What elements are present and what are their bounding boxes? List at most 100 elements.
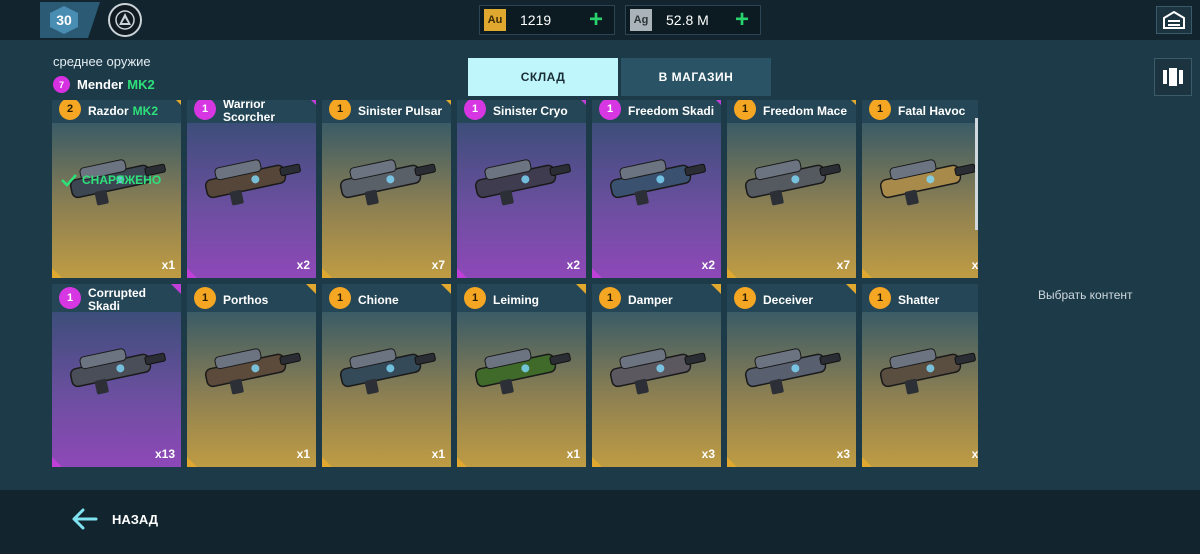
card-rank-badge: 1 <box>194 287 216 309</box>
rarity-corner <box>592 457 602 467</box>
weapon-image <box>474 348 571 395</box>
rarity-corner <box>457 457 467 467</box>
card-quantity: x1 <box>161 258 175 272</box>
card-name: Damper <box>628 292 673 307</box>
rarity-corner <box>862 268 872 278</box>
card-rank-badge: 1 <box>329 287 351 309</box>
tab-stock[interactable]: СКЛАД <box>468 58 618 96</box>
hangar-button[interactable] <box>1156 6 1192 34</box>
card-name-wrap: Warrior Scorcher <box>223 100 315 124</box>
card-rank-badge: 1 <box>734 287 756 309</box>
weapon-card[interactable]: 1 Shatter x4 <box>862 284 978 467</box>
weapon-card[interactable]: 1 Sinister Cryo x2 <box>457 100 586 278</box>
equipped-label: СНАРЯЖЕНО <box>60 173 161 187</box>
weapon-card[interactable]: 1 Porthos x1 <box>187 284 316 467</box>
weapon-image <box>339 348 436 395</box>
rarity-corner <box>52 268 62 278</box>
weapon-card[interactable]: 1 Warrior Scorcher x2 <box>187 100 316 278</box>
rarity-corner <box>52 457 62 467</box>
card-name-wrap: Sinister Pulsar <box>358 100 450 124</box>
weapon-card[interactable]: 1 Damper x3 <box>592 284 721 467</box>
equipped-text: СНАРЯЖЕНО <box>82 173 162 187</box>
card-name: Freedom Mace <box>763 103 848 118</box>
grid-scrollbar[interactable] <box>975 118 978 230</box>
card-quantity: x2 <box>566 258 580 272</box>
weapon-card[interactable]: 1Fatal Havocx5 <box>862 100 978 278</box>
card-rank-badge: 1 <box>869 287 891 309</box>
rarity-corner <box>592 268 602 278</box>
current-weapon-mark: MK2 <box>127 77 155 92</box>
gold-currency: Au 1219 + <box>479 5 615 35</box>
card-name: Deceiver <box>763 292 814 307</box>
select-content-label: Выбрать контент <box>1038 288 1133 302</box>
card-quantity: x7 <box>836 258 850 272</box>
tab-shop[interactable]: В МАГАЗИН <box>621 58 771 96</box>
card-name-wrap: Deceiver <box>763 287 855 313</box>
card-name: Razdor <box>88 103 129 118</box>
compare-button[interactable] <box>1154 58 1192 96</box>
hangar-icon <box>1163 11 1185 29</box>
card-name: Shatter <box>898 292 940 307</box>
rarity-corner <box>187 457 197 467</box>
back-button[interactable]: НАЗАД <box>70 507 158 531</box>
weapon-category-label: среднее оружие <box>53 54 151 69</box>
checkmark-icon <box>61 174 77 187</box>
silver-currency: Ag 52.8 M + <box>625 5 761 35</box>
card-name-wrap: Razdor MK2 <box>88 100 180 124</box>
card-name-wrap: Freedom Mace <box>763 100 855 124</box>
weapon-card[interactable]: 1 Corrupted Skadi x13 <box>52 284 181 467</box>
weapon-card[interactable]: 1 Chione x1 <box>322 284 451 467</box>
card-name-wrap: Freedom Skadi <box>628 100 720 124</box>
card-rank-badge: 1 <box>599 287 621 309</box>
rarity-corner-top <box>711 284 721 294</box>
card-mark: MK2 <box>132 103 159 118</box>
card-name: Fatal Havoc <box>898 103 966 118</box>
weapon-image <box>744 159 841 206</box>
card-quantity: x3 <box>701 447 715 461</box>
weapon-card[interactable]: 1 Freedom Skadi x2 <box>592 100 721 278</box>
rarity-corner-top <box>576 100 586 105</box>
card-name-wrap: Shatter <box>898 287 978 313</box>
current-weapon-rank: 7 <box>53 76 70 93</box>
rarity-corner <box>727 268 737 278</box>
current-weapon: 7 Mender MK2 <box>53 76 155 93</box>
card-quantity: x2 <box>296 258 310 272</box>
card-name: Freedom Skadi <box>628 103 715 118</box>
rarity-corner <box>862 457 872 467</box>
add-gold-button[interactable]: + <box>584 8 608 32</box>
card-name-wrap: Leiming <box>493 287 585 313</box>
weapon-image <box>204 348 301 395</box>
rarity-corner-top <box>171 100 181 105</box>
compare-icon <box>1163 68 1183 86</box>
card-quantity: x1 <box>431 447 445 461</box>
weapon-image <box>879 159 976 206</box>
card-name-wrap: Damper <box>628 287 720 313</box>
card-name: Chione <box>358 292 399 307</box>
rarity-corner-top <box>441 284 451 294</box>
card-quantity: x1 <box>296 447 310 461</box>
card-name: Leiming <box>493 292 540 307</box>
card-name-wrap: Sinister Cryo <box>493 100 585 124</box>
gold-icon: Au <box>484 9 506 31</box>
weapon-card[interactable]: 2 Razdor MK2 СНАРЯЖЕНО x1 <box>52 100 181 278</box>
weapon-card[interactable]: 1 Freedom Mace x7 <box>727 100 856 278</box>
rarity-corner-top <box>306 100 316 105</box>
weapon-card[interactable]: 1 Sinister Pulsar x7 <box>322 100 451 278</box>
add-silver-button[interactable]: + <box>730 8 754 32</box>
weapon-card[interactable]: 1 Leiming x1 <box>457 284 586 467</box>
rarity-corner-top <box>846 100 856 105</box>
card-quantity: x1 <box>566 447 580 461</box>
rarity-corner-top <box>846 284 856 294</box>
card-name: Corrupted Skadi <box>88 286 146 313</box>
card-rank-badge: 1 <box>59 287 81 309</box>
weapon-card[interactable]: 1 Deceiver x3 <box>727 284 856 467</box>
current-weapon-name: Mender <box>77 77 124 92</box>
arrow-left-icon <box>72 508 98 530</box>
card-name-wrap: Porthos <box>223 287 315 313</box>
rarity-corner-top <box>306 284 316 294</box>
card-name: Warrior Scorcher <box>223 100 276 124</box>
weapon-image <box>204 159 301 206</box>
faction-emblem-icon[interactable] <box>108 3 142 37</box>
silver-icon: Ag <box>630 9 652 31</box>
rarity-corner-top <box>711 100 721 105</box>
